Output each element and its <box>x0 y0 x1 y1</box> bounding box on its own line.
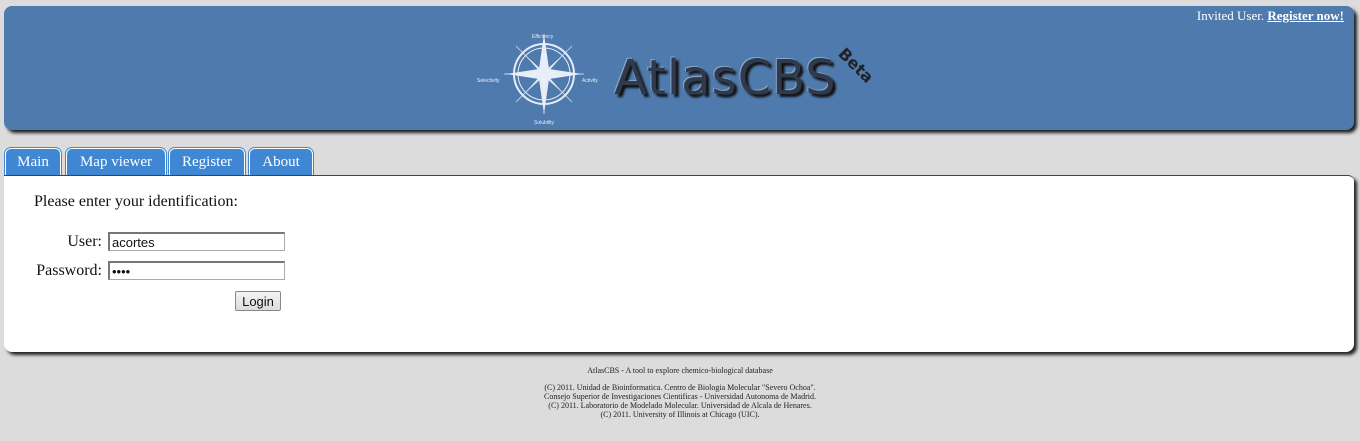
user-status-text: Invited User. <box>1196 8 1265 23</box>
compass-label-right: Activity <box>582 78 598 84</box>
footer-copyright-line: Consejo Superior de Investigaciones Cien… <box>544 392 816 401</box>
user-label: User: <box>67 233 102 250</box>
beta-badge: Beta <box>834 44 878 87</box>
compass-label-bottom: Solubility <box>534 120 555 126</box>
footer: AtlasCBS - A tool to explore chemico-bio… <box>0 366 1360 419</box>
user-input[interactable] <box>108 232 285 251</box>
footer-tagline: AtlasCBS - A tool to explore chemico-bio… <box>587 366 773 375</box>
footer-copyright-line: (C) 2011. University of Illinois at Chic… <box>600 410 760 419</box>
brand-name: AtlasCBS <box>614 50 837 106</box>
atlascbs-logo: Efficiency Selectivity Activity Solubili… <box>474 28 894 128</box>
header-banner: Invited User. Register now! Efficiency S… <box>4 6 1354 130</box>
password-label: Password: <box>36 262 102 279</box>
footer-copyright-line: (C) 2011. Unidad de Bioinformatica. Cent… <box>544 383 816 392</box>
user-status-bar: Invited User. Register now! <box>1197 8 1344 24</box>
login-panel: Please enter your identification: User: … <box>4 175 1354 352</box>
compass-label-left: Selectivity <box>477 78 500 84</box>
login-prompt: Please enter your identification: <box>34 193 238 210</box>
tab-register[interactable]: Register <box>169 148 245 176</box>
password-input[interactable] <box>108 261 285 280</box>
login-button[interactable]: Login <box>235 291 281 311</box>
tab-about[interactable]: About <box>249 148 313 176</box>
tab-map-viewer[interactable]: Map viewer <box>66 148 166 176</box>
tab-main[interactable]: Main <box>5 148 61 176</box>
register-now-link[interactable]: Register now! <box>1267 8 1344 23</box>
footer-copyright-line: (C) 2011. Laboratorio de Modelado Molecu… <box>548 401 812 410</box>
compass-label-top: Efficiency <box>532 34 554 40</box>
